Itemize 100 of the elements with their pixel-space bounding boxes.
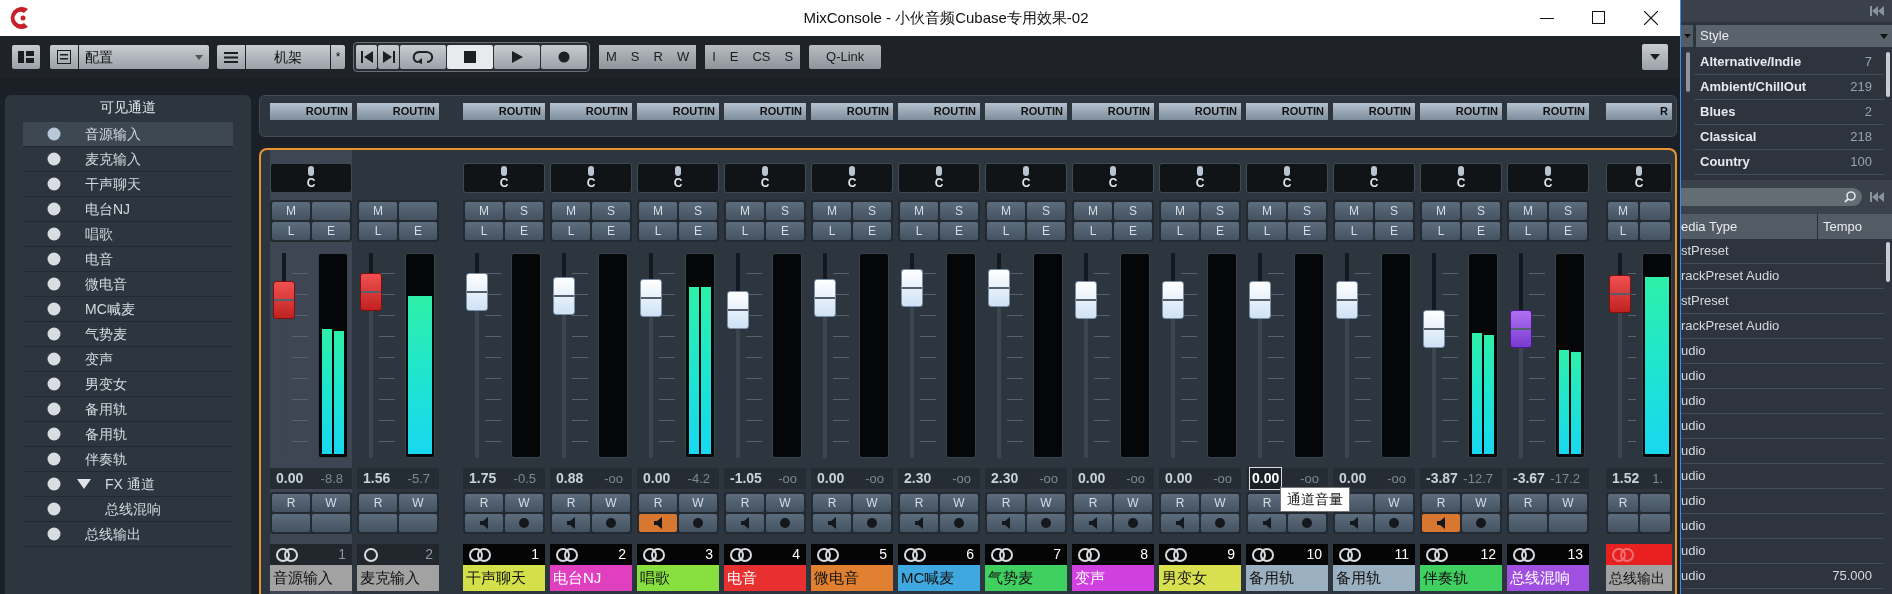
visibility-dot-icon[interactable]: [47, 502, 61, 516]
toolbar-toggle-button[interactable]: S: [623, 45, 647, 69]
search-field[interactable]: [1681, 188, 1862, 206]
solo-button[interactable]: S: [1114, 202, 1152, 220]
mute-button[interactable]: M: [813, 202, 851, 220]
read-button[interactable]: R: [1608, 494, 1638, 512]
visibility-dot-icon[interactable]: [47, 352, 61, 366]
write-button[interactable]: W: [505, 494, 543, 512]
read-button[interactable]: R: [1161, 494, 1199, 512]
channel-list-item[interactable]: 男变女: [23, 372, 233, 397]
listen-button[interactable]: L: [726, 222, 764, 240]
volume-value[interactable]: -3.87: [1423, 467, 1461, 490]
collapse-triangle-icon[interactable]: [77, 478, 91, 490]
monitor-button[interactable]: [465, 514, 503, 532]
volume-value[interactable]: 0.00: [640, 467, 674, 490]
record-enable-button[interactable]: [1462, 514, 1500, 532]
edit-button[interactable]: E: [1375, 222, 1413, 240]
edit-button[interactable]: E: [312, 222, 350, 240]
pan-display[interactable]: C: [1072, 163, 1154, 193]
mute-button[interactable]: M: [1074, 202, 1112, 220]
edit-button[interactable]: E: [766, 222, 804, 240]
toolbar-toggle-button[interactable]: M: [599, 45, 624, 69]
channel-name[interactable]: 备用轨: [1246, 565, 1328, 591]
visibility-dot-icon[interactable]: [47, 302, 61, 316]
monitor-button[interactable]: [552, 514, 590, 532]
solo-button[interactable]: S: [853, 202, 891, 220]
mute-button[interactable]: M: [1422, 202, 1460, 220]
pan-display[interactable]: C: [724, 163, 806, 193]
channel-list-item[interactable]: 微电音: [23, 272, 233, 297]
routing-slot[interactable]: ROUTIN: [357, 103, 439, 120]
volume-value[interactable]: 1.56: [360, 467, 394, 490]
toolbar-toggle-button[interactable]: E: [722, 45, 746, 69]
write-button[interactable]: W: [1375, 494, 1413, 512]
edit-button[interactable]: E: [592, 222, 630, 240]
mute-button[interactable]: M: [359, 202, 397, 220]
edit-button[interactable]: E: [940, 222, 978, 240]
toolbar-toggle-button[interactable]: CS: [745, 45, 778, 69]
edit-button[interactable]: E: [505, 222, 543, 240]
fader-thumb[interactable]: [814, 279, 836, 318]
channel-name[interactable]: 音源输入: [270, 565, 352, 591]
visibility-dot-icon[interactable]: [47, 527, 61, 541]
listen-button[interactable]: L: [639, 222, 677, 240]
visibility-dot-icon[interactable]: [47, 227, 61, 241]
listen-button[interactable]: L: [1335, 222, 1373, 240]
channel-list-item[interactable]: 备用轨: [23, 422, 233, 447]
config-menu-button[interactable]: [50, 45, 78, 69]
channel-name[interactable]: 电台NJ: [550, 565, 632, 591]
volume-value[interactable]: 2.30: [901, 467, 935, 490]
fader-thumb[interactable]: [1336, 281, 1358, 320]
visibility-dot-icon[interactable]: [47, 177, 61, 191]
edit-button[interactable]: E: [1201, 222, 1239, 240]
visibility-dot-icon[interactable]: [47, 327, 61, 341]
write-button[interactable]: W: [766, 494, 804, 512]
listen-button[interactable]: L: [1248, 222, 1286, 240]
fader-thumb[interactable]: [988, 268, 1010, 307]
rack-menu-button[interactable]: [217, 45, 245, 69]
solo-button[interactable]: S: [1549, 202, 1587, 220]
monitor-button[interactable]: [1248, 514, 1286, 532]
channel-name[interactable]: 麦克输入: [357, 565, 439, 591]
record-enable-button[interactable]: [592, 514, 630, 532]
write-button[interactable]: W: [1027, 494, 1065, 512]
channel-name[interactable]: 唱歌: [637, 565, 719, 591]
filter-collapse-button[interactable]: [1681, 25, 1693, 47]
channel-list-item[interactable]: 音源输入: [23, 122, 233, 147]
monitor-button[interactable]: [813, 514, 851, 532]
monitor-button[interactable]: [1074, 514, 1112, 532]
fader-thumb[interactable]: [640, 279, 662, 318]
fader-thumb[interactable]: [1162, 281, 1184, 320]
visibility-dot-icon[interactable]: [47, 402, 61, 416]
qlink-button[interactable]: Q-Link: [809, 45, 882, 69]
visibility-dot-icon[interactable]: [47, 427, 61, 441]
rack-pin-button[interactable]: *: [331, 45, 345, 69]
channel-name[interactable]: 伴奏轨: [1420, 565, 1502, 591]
pan-display[interactable]: C: [898, 163, 980, 193]
volume-value[interactable]: 2.30: [988, 467, 1022, 490]
mute-button[interactable]: M: [552, 202, 590, 220]
options-dropdown-button[interactable]: [1642, 44, 1668, 70]
monitor-button[interactable]: [639, 514, 677, 532]
routing-slot[interactable]: ROUTIN: [1333, 103, 1415, 120]
channel-list-item[interactable]: FX 通道: [23, 472, 233, 497]
edit-button[interactable]: E: [399, 222, 437, 240]
monitor-button[interactable]: [900, 514, 938, 532]
visibility-dot-icon[interactable]: [47, 452, 61, 466]
read-button[interactable]: R: [1509, 494, 1547, 512]
edit-button[interactable]: E: [853, 222, 891, 240]
solo-button[interactable]: S: [679, 202, 717, 220]
volume-value[interactable]: 0.88: [553, 467, 587, 490]
channel-name[interactable]: 总线输出: [1606, 565, 1672, 591]
fader-thumb[interactable]: [1510, 309, 1532, 348]
channel-list-item[interactable]: 变声: [23, 347, 233, 372]
fader-thumb[interactable]: [1249, 281, 1271, 320]
solo-button[interactable]: S: [1201, 202, 1239, 220]
volume-value[interactable]: 0.00: [1336, 467, 1370, 490]
listen-button[interactable]: L: [900, 222, 938, 240]
record-enable-button[interactable]: [679, 514, 717, 532]
layout-button[interactable]: [12, 45, 40, 69]
mute-button[interactable]: M: [1608, 202, 1638, 220]
read-button[interactable]: R: [900, 494, 938, 512]
transport-button[interactable]: [494, 45, 540, 69]
volume-value[interactable]: 0.00: [273, 467, 307, 490]
